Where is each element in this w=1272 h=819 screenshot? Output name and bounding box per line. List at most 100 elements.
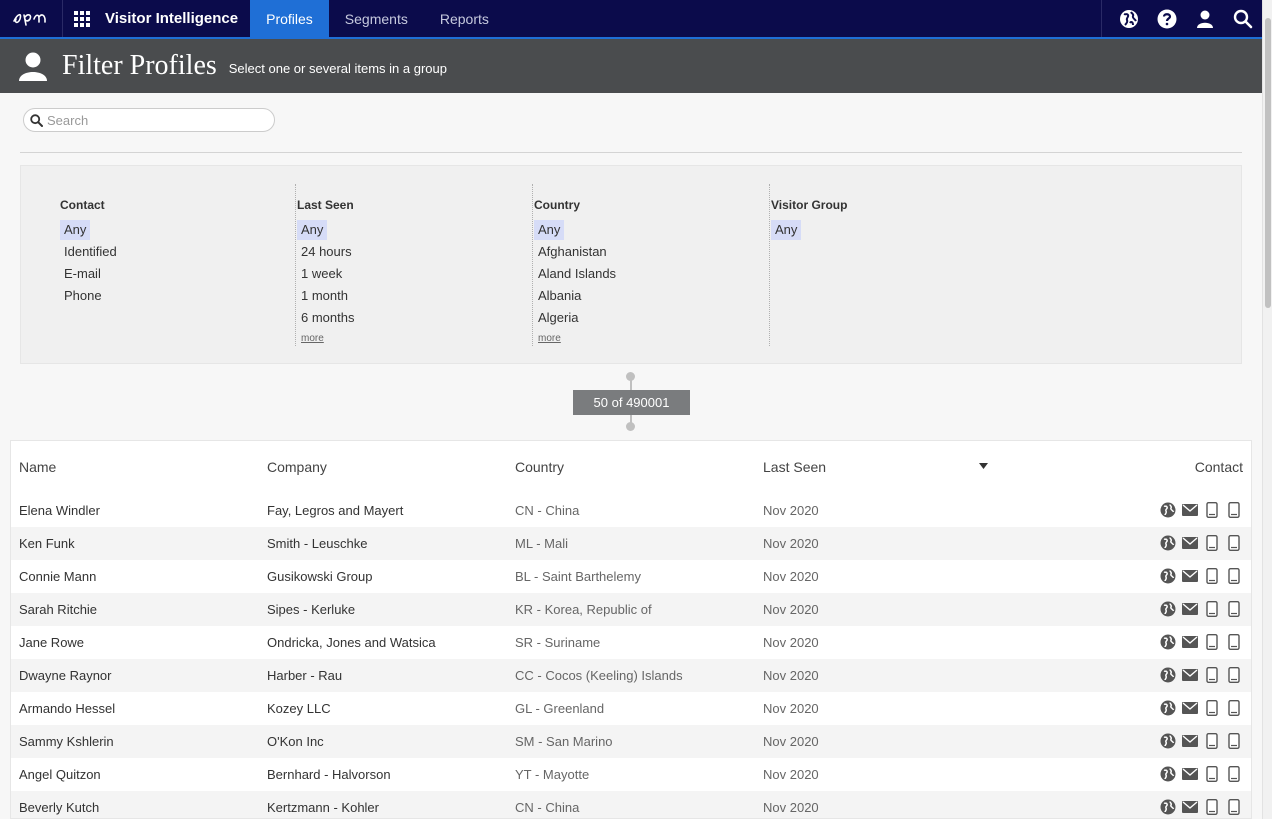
filter-group-contact: Contact Any Identified E-mail Phone: [60, 184, 296, 346]
sort-desc-icon[interactable]: [979, 463, 988, 469]
cell-company: Harber - Rau: [267, 668, 343, 683]
filter-option[interactable]: 6 months: [297, 308, 358, 328]
cell-name[interactable]: Elena Windler: [19, 503, 100, 518]
user-icon[interactable]: [1186, 0, 1224, 37]
table-row[interactable]: Angel Quitzon Bernhard - Halvorson YT - …: [11, 758, 1251, 791]
mobile-icon: [1226, 568, 1242, 584]
cell-name[interactable]: Armando Hessel: [19, 701, 115, 716]
cell-last-seen: Nov 2020: [763, 767, 819, 782]
web-visit-icon: [1160, 700, 1176, 716]
column-header-company[interactable]: Company: [267, 459, 327, 475]
help-icon[interactable]: [1148, 0, 1186, 37]
filter-option[interactable]: Afghanistan: [534, 242, 611, 262]
filter-title: Contact: [60, 198, 105, 212]
table-row[interactable]: Jane Rowe Ondricka, Jones and Watsica SR…: [11, 626, 1251, 659]
tab-segments[interactable]: Segments: [329, 0, 424, 37]
filter-option[interactable]: Identified: [60, 242, 121, 262]
phone-icon: [1204, 766, 1220, 782]
contact-icons: [1160, 568, 1242, 584]
search-icon: [30, 113, 43, 127]
cell-last-seen: Nov 2020: [763, 569, 819, 584]
cell-last-seen: Nov 2020: [763, 668, 819, 683]
cell-country: YT - Mayotte: [515, 767, 590, 782]
table-row[interactable]: Connie Mann Gusikowski Group BL - Saint …: [11, 560, 1251, 593]
filter-option[interactable]: Aland Islands: [534, 264, 620, 284]
column-header-country[interactable]: Country: [515, 459, 564, 475]
mobile-icon: [1226, 634, 1242, 650]
more-link[interactable]: more: [301, 333, 324, 344]
table-row[interactable]: Armando Hessel Kozey LLC GL - Greenland …: [11, 692, 1251, 725]
contact-icons: [1160, 535, 1242, 551]
table-row[interactable]: Beverly Kutch Kertzmann - Kohler CN - Ch…: [11, 791, 1251, 818]
cell-company: Bernhard - Halvorson: [267, 767, 391, 782]
cell-name[interactable]: Jane Rowe: [19, 635, 84, 650]
filter-group-country: Country Any Afghanistan Aland Islands Al…: [534, 184, 770, 346]
connector-line: [630, 378, 632, 390]
filter-group-last-seen: Last Seen Any 24 hours 1 week 1 month 6 …: [297, 184, 533, 346]
contact-icons: [1160, 601, 1242, 617]
column-header-last-seen[interactable]: Last Seen: [763, 459, 826, 475]
mobile-icon: [1226, 733, 1242, 749]
filter-group-visitor-group: Visitor Group Any: [771, 184, 1007, 346]
cell-country: CC - Cocos (Keeling) Islands: [515, 668, 683, 683]
cell-last-seen: Nov 2020: [763, 800, 819, 815]
filter-option[interactable]: Algeria: [534, 308, 582, 328]
globe-icon[interactable]: [1110, 0, 1148, 37]
filter-option[interactable]: Albania: [534, 286, 585, 306]
filter-option[interactable]: 1 month: [297, 286, 352, 306]
table-row[interactable]: Ken Funk Smith - Leuschke ML - Mali Nov …: [11, 527, 1251, 560]
filter-option[interactable]: Any: [297, 220, 328, 240]
email-icon: [1182, 568, 1198, 584]
cell-country: KR - Korea, Republic of: [515, 602, 652, 617]
mobile-icon: [1226, 601, 1242, 617]
cell-name[interactable]: Sammy Kshlerin: [19, 734, 114, 749]
table-header: Name Company Country Last Seen Contact: [11, 441, 1251, 494]
cell-name[interactable]: Ken Funk: [19, 536, 75, 551]
table-row[interactable]: Sarah Ritchie Sipes - Kerluke KR - Korea…: [11, 593, 1251, 626]
cell-last-seen: Nov 2020: [763, 536, 819, 551]
filter-option[interactable]: 24 hours: [297, 242, 356, 262]
cell-name[interactable]: Sarah Ritchie: [19, 602, 97, 617]
filter-option[interactable]: Any: [771, 220, 802, 240]
cell-country: BL - Saint Barthelemy: [515, 569, 641, 584]
search-box[interactable]: [23, 108, 275, 132]
cell-name[interactable]: Dwayne Raynor: [19, 668, 112, 683]
cell-country: CN - China: [515, 503, 580, 518]
result-count: 50 of 490001: [573, 390, 690, 415]
tab-profiles[interactable]: Profiles: [250, 0, 329, 37]
contact-icons: [1160, 634, 1242, 650]
phone-icon: [1204, 568, 1220, 584]
scrollbar-thumb[interactable]: [1265, 18, 1271, 308]
filter-option[interactable]: Any: [60, 220, 91, 240]
cell-name[interactable]: Angel Quitzon: [19, 767, 101, 782]
cell-name[interactable]: Connie Mann: [19, 569, 96, 584]
web-visit-icon: [1160, 733, 1176, 749]
filter-option[interactable]: Phone: [60, 286, 106, 306]
search-input[interactable]: [47, 112, 267, 128]
search-icon[interactable]: [1224, 0, 1262, 37]
phone-icon: [1204, 502, 1220, 518]
cell-last-seen: Nov 2020: [763, 602, 819, 617]
table-row[interactable]: Elena Windler Fay, Legros and Mayert CN …: [11, 494, 1251, 527]
table-row[interactable]: Sammy Kshlerin O'Kon Inc SM - San Marino…: [11, 725, 1251, 758]
email-icon: [1182, 502, 1198, 518]
column-header-name[interactable]: Name: [19, 459, 56, 475]
filter-option[interactable]: 1 week: [297, 264, 346, 284]
web-visit-icon: [1160, 568, 1176, 584]
more-link[interactable]: more: [538, 333, 561, 344]
contact-icons: [1160, 667, 1242, 683]
filter-option[interactable]: E-mail: [60, 264, 105, 284]
app-switcher-icon[interactable]: [63, 0, 101, 37]
tab-reports[interactable]: Reports: [424, 0, 505, 37]
epi-logo[interactable]: [0, 0, 63, 37]
cell-company: Kozey LLC: [267, 701, 331, 716]
cell-company: Ondricka, Jones and Watsica: [267, 635, 436, 650]
filter-option[interactable]: Any: [534, 220, 565, 240]
table-row[interactable]: Dwayne Raynor Harber - Rau CC - Cocos (K…: [11, 659, 1251, 692]
cell-name[interactable]: Beverly Kutch: [19, 800, 99, 815]
cell-last-seen: Nov 2020: [763, 701, 819, 716]
cell-country: ML - Mali: [515, 536, 568, 551]
mobile-icon: [1226, 535, 1242, 551]
page-scrollbar[interactable]: [1262, 0, 1272, 819]
cell-company: Sipes - Kerluke: [267, 602, 356, 617]
